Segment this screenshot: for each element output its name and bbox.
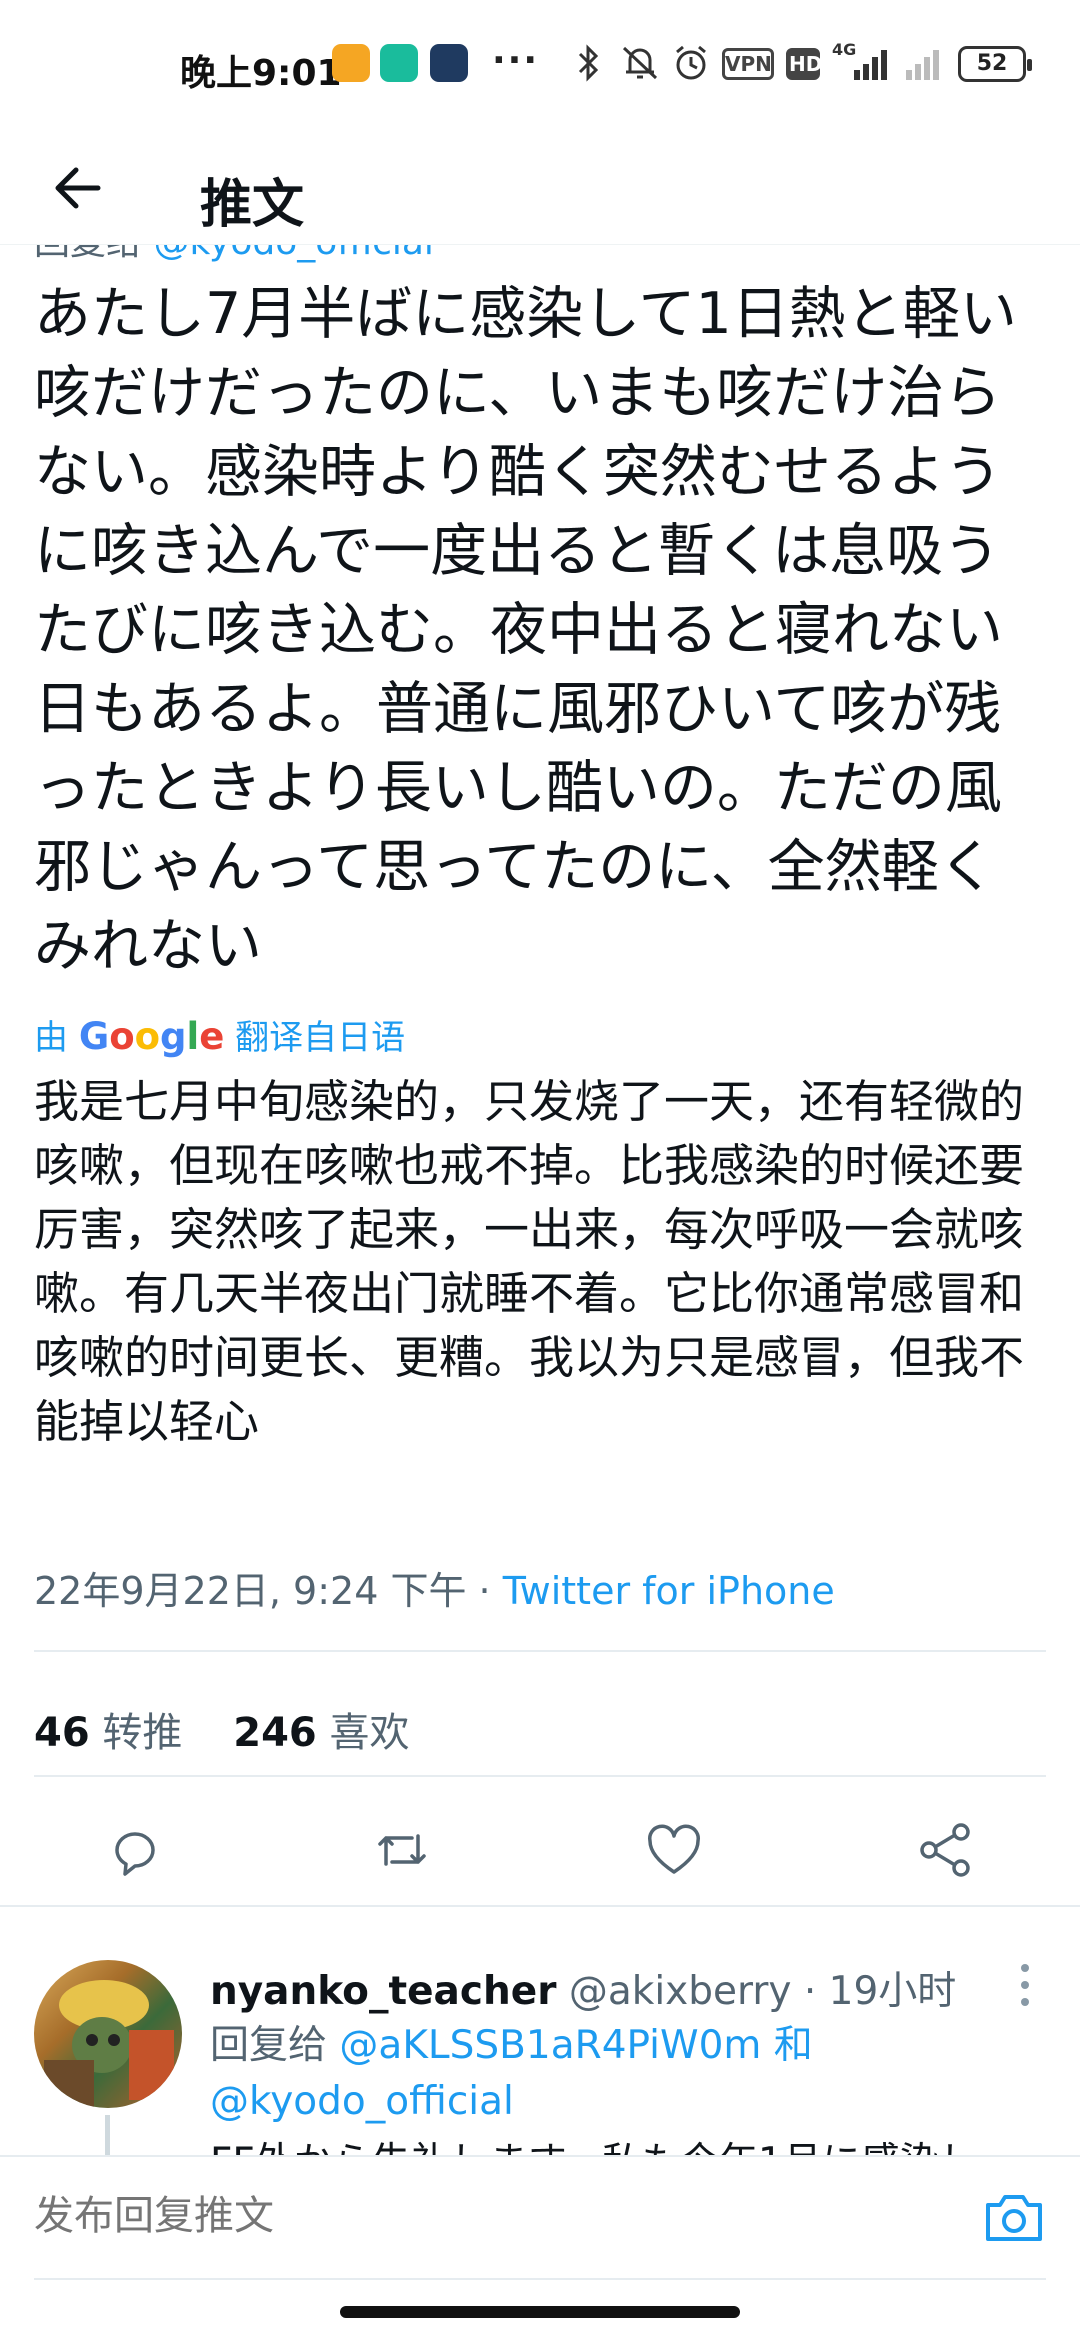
translation-attribution[interactable]: 由 Google 翻译自日语 — [34, 1010, 405, 1059]
likes-count: 246 — [233, 1710, 317, 1756]
reply-icon — [115, 1832, 155, 1876]
retweets-label: 转推 — [102, 1710, 183, 1756]
more-notifications-icon: ··· — [492, 40, 540, 81]
tweet-stats: 46 转推 246 喜欢 — [34, 1700, 409, 1758]
tweet-detail: 回复给 @kyodo_official あたし7月半ばに感染して1日熱と軽い咳だ… — [0, 245, 1080, 2155]
reply-compose-input[interactable] — [34, 2193, 834, 2239]
tweet-timestamp: 22年9月22日, 9:24 下午 — [34, 1569, 467, 1613]
page-title: 推文 — [200, 175, 305, 235]
reply-handle-link[interactable]: @kyodo_official — [153, 245, 433, 263]
avatar-image — [44, 1980, 174, 2108]
reply-time: · 19小时 — [791, 1969, 957, 2014]
mute-bell-icon — [622, 46, 658, 80]
reply-display-name[interactable]: nyanko_teacher — [210, 1969, 556, 2014]
status-time: 晚上9:01 — [180, 53, 342, 94]
compose-underline — [34, 2278, 1046, 2280]
top-app-bar: 推文 — [0, 130, 1080, 245]
likes-stat[interactable]: 246 喜欢 — [233, 1710, 409, 1756]
music-app-icon — [430, 44, 468, 82]
avatar[interactable] — [34, 1960, 182, 2108]
reply-prefix: 回复给 — [210, 2023, 328, 2068]
likes-label: 喜欢 — [329, 1710, 410, 1756]
retweet-button[interactable] — [362, 1810, 442, 1890]
divider — [34, 1650, 1046, 1652]
like-icon — [648, 1824, 700, 1874]
reply-handle[interactable]: @akixberry — [569, 1969, 792, 2014]
retweets-count: 46 — [34, 1710, 90, 1756]
tweet-source-link[interactable]: Twitter for iPhone — [503, 1569, 835, 1613]
compose-bar — [0, 2155, 1080, 2280]
share-button[interactable] — [905, 1810, 985, 1890]
reply-handle-link-1[interactable]: @aKLSSB1aR4PiW0m — [339, 2023, 761, 2068]
battery-indicator: 52 — [958, 46, 1032, 82]
reply-text: FF外から失礼します。私も今年1月に感染し — [210, 2135, 978, 2155]
gesture-bar[interactable] — [340, 2306, 740, 2318]
reply-tweet[interactable]: nyanko_teacher @akixberry · 19小时 回复给 @aK… — [0, 1930, 1080, 2155]
shield-app-icon — [380, 44, 418, 82]
reply-to-line: 回复给 @aKLSSB1aR4PiW0m 和 @kyodo_official — [210, 2018, 1030, 2130]
reply-prefix: 回复给 — [34, 245, 142, 263]
alarm-icon — [676, 45, 706, 80]
retweets-stat[interactable]: 46 转推 — [34, 1710, 182, 1756]
reply-handle-link-2[interactable]: @kyodo_official — [210, 2079, 514, 2124]
reply-to-line: 回复给 @kyodo_official — [34, 245, 434, 265]
like-button[interactable] — [634, 1810, 714, 1890]
divider — [34, 1775, 1046, 1777]
signal-icon — [854, 50, 887, 80]
google-logo: Google — [78, 1015, 225, 1058]
camera-icon[interactable] — [980, 2183, 1048, 2251]
vpn-badge: VPN — [722, 48, 774, 80]
notes-app-icon — [332, 44, 370, 82]
share-icon — [920, 1823, 970, 1877]
tweet-actions — [0, 1810, 1080, 1920]
status-bar: 晚上9:01 ··· VPN HD 4G 52 — [0, 0, 1080, 130]
reply-button[interactable] — [95, 1810, 175, 1890]
tweet-text: あたし7月半ばに感染して1日熱と軽い咳だけだったのに、いまも咳だけ治らない。感染… — [34, 281, 1017, 979]
retweet-icon — [378, 1834, 426, 1866]
tweet-meta: 22年9月22日, 9:24 下午 · Twitter for iPhone — [34, 1560, 835, 1615]
bluetooth-icon — [578, 44, 599, 82]
reply-join: 和 — [773, 2023, 813, 2068]
signal-2-icon — [906, 50, 939, 80]
hd-badge: HD — [786, 48, 822, 80]
arrow-left-icon[interactable] — [48, 158, 108, 218]
meta-separator: · — [466, 1569, 503, 1613]
translated-text: 我是七月中旬感染的，只发烧了一天，还有轻微的咳嗽，但现在咳嗽也戒不掉。比我感染的… — [34, 1075, 1025, 1448]
divider — [0, 1905, 1080, 1907]
thread-line — [105, 2115, 110, 2155]
reply-header: nyanko_teacher @akixberry · 19小时 — [210, 1960, 956, 2016]
more-vertical-icon[interactable] — [1010, 1960, 1040, 2010]
translate-prefix: 由 — [34, 1018, 68, 1058]
translate-suffix: 翻译自日语 — [235, 1018, 406, 1058]
